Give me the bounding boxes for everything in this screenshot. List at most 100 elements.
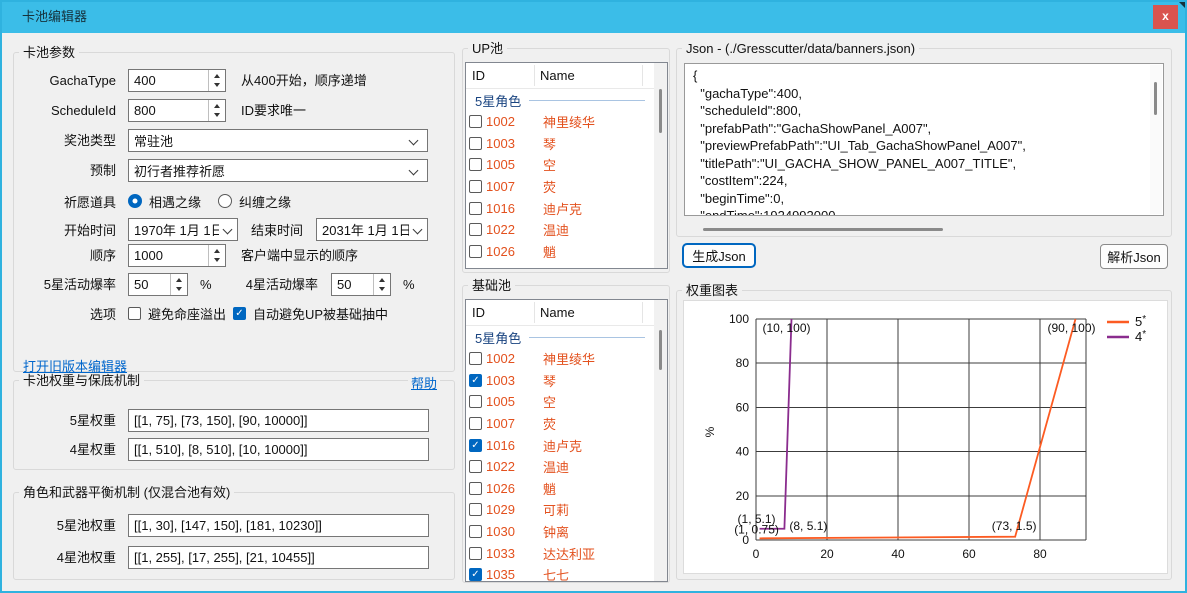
schedule-id-input[interactable]: 800 <box>128 99 226 122</box>
list-item[interactable]: 1003琴 <box>466 370 653 392</box>
row-checkbox-unchecked-icon[interactable] <box>469 115 482 128</box>
radio-intertwined-fate[interactable]: 纠缠之缘 <box>218 192 291 210</box>
json-horizontal-scrollbar-thumb[interactable] <box>703 228 943 231</box>
list-item[interactable]: 1026魈 <box>466 478 653 500</box>
row-checkbox-unchecked-icon[interactable] <box>469 417 482 430</box>
chevron-down-icon[interactable] <box>409 219 427 240</box>
row-checkbox-unchecked-icon[interactable] <box>469 547 482 560</box>
option-avoid-constellation-overflow[interactable]: 避免命座溢出 <box>128 304 226 322</box>
row-name: 温迪 <box>543 220 569 239</box>
list-item[interactable]: 1007荧 <box>466 413 653 435</box>
row-checkbox-unchecked-icon[interactable] <box>469 245 482 258</box>
list-item[interactable]: 1002神里绫华 <box>466 348 653 370</box>
row-checkbox-unchecked-icon[interactable] <box>469 223 482 236</box>
weight4-input[interactable]: [[1, 510], [8, 510], [10, 10000]] <box>128 438 429 461</box>
parse-json-button[interactable]: 解析Json <box>1100 244 1168 269</box>
list-item[interactable]: 1005空 <box>466 391 653 413</box>
order-input[interactable]: 1000 <box>128 244 226 267</box>
spin-up-icon[interactable] <box>171 274 187 285</box>
chevron-down-icon[interactable] <box>403 130 427 151</box>
group-json: Json - (./Gresscutter/data/banners.json)… <box>676 48 1172 237</box>
up-pool-scrollbar[interactable] <box>654 63 667 268</box>
row-name: 迪卢克 <box>543 199 582 218</box>
base-pool-scrollbar[interactable] <box>654 300 667 581</box>
row-checkbox-unchecked-icon[interactable] <box>469 202 482 215</box>
rate4-spinner[interactable] <box>373 274 390 295</box>
row-checkbox-unchecked-icon[interactable] <box>469 395 482 408</box>
row-id: 1029 <box>486 502 536 517</box>
row-id: 1016 <box>486 201 536 216</box>
checkbox-unchecked-icon[interactable] <box>128 307 141 320</box>
spin-up-icon[interactable] <box>209 100 225 111</box>
chevron-down-icon[interactable] <box>403 160 427 181</box>
spin-down-icon[interactable] <box>209 256 225 267</box>
gacha-type-input[interactable]: 400 <box>128 69 226 92</box>
scrollbar-thumb[interactable] <box>1154 82 1157 115</box>
row-checkbox-unchecked-icon[interactable] <box>469 180 482 193</box>
spin-up-icon[interactable] <box>209 245 225 256</box>
pool-weight4-input[interactable]: [[1, 255], [17, 255], [21, 10455]] <box>128 546 429 569</box>
rate4-input[interactable]: 50 <box>331 273 391 296</box>
spin-down-icon[interactable] <box>171 285 187 296</box>
order-spinner[interactable] <box>208 245 225 266</box>
row-checkbox-unchecked-icon[interactable] <box>469 525 482 538</box>
titlebar[interactable]: 卡池编辑器 x <box>0 0 1187 33</box>
spin-down-icon[interactable] <box>209 81 225 92</box>
list-item[interactable]: 1016迪卢克 <box>466 434 653 456</box>
help-link[interactable]: 帮助 <box>408 373 440 392</box>
pool-weight5-input[interactable]: [[1, 30], [147, 150], [181, 10230]] <box>128 514 429 537</box>
list-item[interactable]: 1035七七 <box>466 564 653 581</box>
row-checkbox-unchecked-icon[interactable] <box>469 503 482 516</box>
list-item[interactable]: 1002神里绫华 <box>466 111 653 133</box>
spin-up-icon[interactable] <box>209 70 225 81</box>
row-checkbox-checked-icon[interactable] <box>469 568 482 581</box>
list-item[interactable]: 1029可莉 <box>466 499 653 521</box>
row-checkbox-unchecked-icon[interactable] <box>469 137 482 150</box>
preset-dropdown[interactable]: 初行者推荐祈愿 <box>128 159 428 182</box>
gacha-type-spinner[interactable] <box>208 70 225 91</box>
rate5-spinner[interactable] <box>170 274 187 295</box>
option-auto-avoid-up[interactable]: 自动避免UP被基础抽中 <box>233 304 388 322</box>
end-time-picker[interactable]: 2031年 1月 1日 <box>316 218 428 241</box>
section-title: 5星角色 <box>475 328 521 347</box>
spin-down-icon[interactable] <box>374 285 390 296</box>
column-divider <box>534 302 535 323</box>
json-vertical-scrollbar[interactable] <box>1150 65 1162 214</box>
scrollbar-thumb[interactable] <box>659 330 662 370</box>
generate-json-button[interactable]: 生成Json <box>682 243 756 268</box>
group-up-pool: UP池 ID Name 5星角色 1002神里绫华1003琴1005空1007荧… <box>462 48 670 273</box>
radio-intertwined-label: 纠缠之缘 <box>239 192 291 211</box>
row-name: 魈 <box>543 479 556 498</box>
row-checkbox-unchecked-icon[interactable] <box>469 482 482 495</box>
list-item[interactable]: 1033达达利亚 <box>466 542 653 564</box>
list-item[interactable]: 1026魈 <box>466 241 653 263</box>
scrollbar-thumb[interactable] <box>659 89 662 133</box>
list-item[interactable]: 1022温迪 <box>466 456 653 478</box>
list-item[interactable]: 1003琴 <box>466 133 653 155</box>
row-checkbox-unchecked-icon[interactable] <box>469 460 482 473</box>
list-item[interactable]: 1030钟离 <box>466 521 653 543</box>
radio-selected-icon[interactable] <box>128 194 142 208</box>
up-pool-list[interactable]: ID Name 5星角色 1002神里绫华1003琴1005空1007荧1016… <box>465 62 668 269</box>
list-item[interactable]: 1022温迪 <box>466 219 653 241</box>
json-textarea[interactable]: { "gachaType":400, "scheduleId":800, "pr… <box>684 63 1164 216</box>
rate5-input[interactable]: 50 <box>128 273 188 296</box>
spin-up-icon[interactable] <box>374 274 390 285</box>
close-button[interactable]: x <box>1153 5 1178 29</box>
pool-type-dropdown[interactable]: 常驻池 <box>128 129 428 152</box>
schedule-id-spinner[interactable] <box>208 100 225 121</box>
base-pool-list[interactable]: ID Name 5星角色 1002神里绫华1003琴1005空1007荧1016… <box>465 299 668 582</box>
radio-unselected-icon[interactable] <box>218 194 232 208</box>
row-checkbox-unchecked-icon[interactable] <box>469 352 482 365</box>
list-item[interactable]: 1016 迪卢克 <box>466 197 653 219</box>
spin-down-icon[interactable] <box>209 111 225 122</box>
checkbox-checked-icon[interactable] <box>233 307 246 320</box>
list-item[interactable]: 1005空 <box>466 154 653 176</box>
row-checkbox-checked-icon[interactable] <box>469 374 482 387</box>
list-item[interactable]: 1007荧 <box>466 176 653 198</box>
weight5-input[interactable]: [[1, 75], [73, 150], [90, 10000]] <box>128 409 429 432</box>
row-id: 1003 <box>486 373 536 388</box>
row-checkbox-checked-icon[interactable] <box>469 439 482 452</box>
radio-meet-fate[interactable]: 相遇之缘 <box>128 192 201 210</box>
row-checkbox-unchecked-icon[interactable] <box>469 158 482 171</box>
